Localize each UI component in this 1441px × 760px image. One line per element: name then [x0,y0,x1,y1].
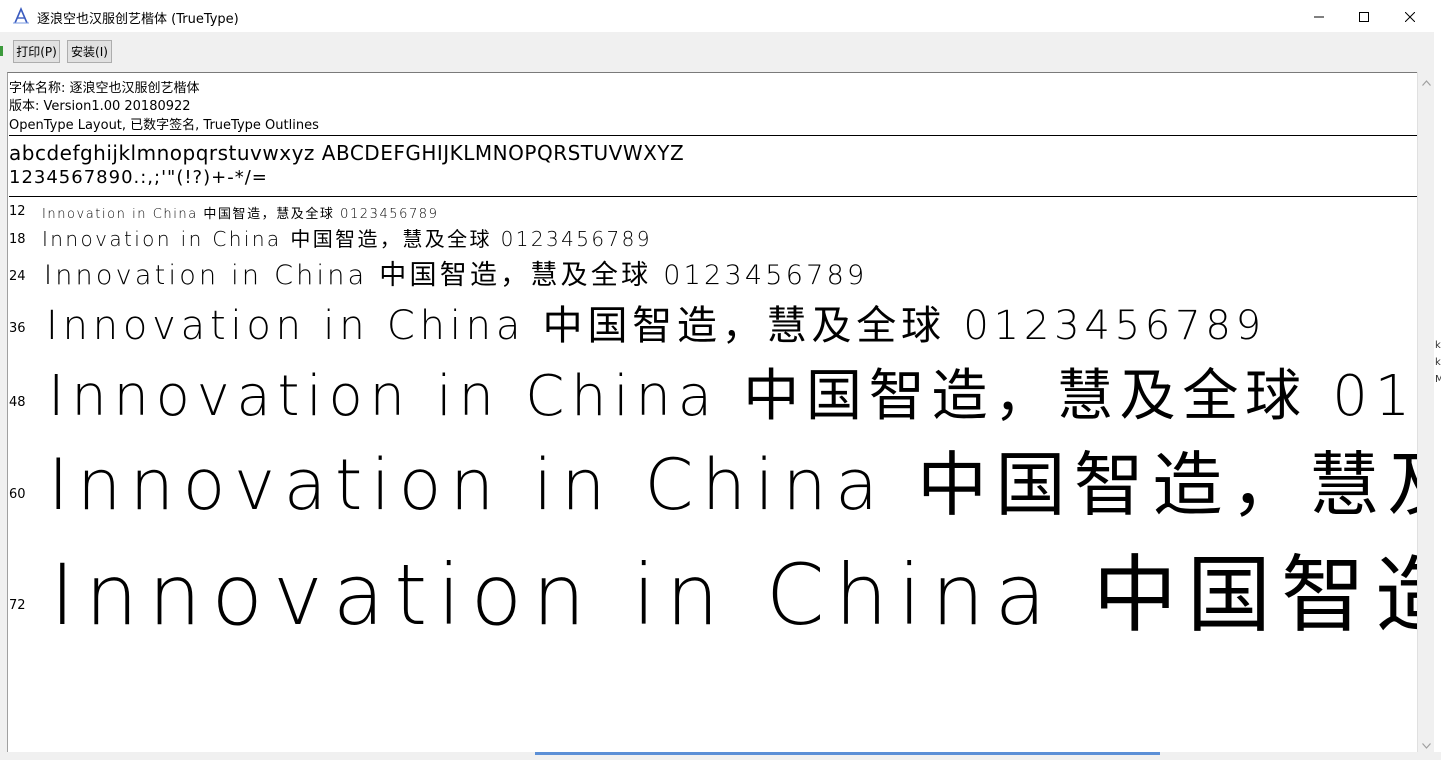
scroll-up-button[interactable] [1418,72,1435,89]
font-preview-pane[interactable]: 字体名称: 逐浪空也汉服创艺楷体 版本: Version1.00 2018092… [7,72,1417,752]
sample-size-label: 72 [9,598,26,613]
charset-symbols: 1234567890.:,;'"(!?)+-*/= [9,167,268,188]
sample-text: Innovation in China 中国智造，慧及全球 0123456789 [46,303,1266,349]
background-text-fragment: k [1435,340,1441,351]
title-bar[interactable]: 逐浪空也汉服创艺楷体 (TrueType) [0,0,1441,32]
font-name-label: 字体名称: 逐浪空也汉服创艺楷体 [9,81,200,96]
sample-size-label: 18 [9,232,26,247]
background-window-edge: k k M [1434,32,1441,760]
charset-letters: abcdefghijklmnopqrstuvwxyz ABCDEFGHIJKLM… [9,141,685,165]
window-title: 逐浪空也汉服创艺楷体 (TrueType) [37,12,239,27]
taskbar-accent [535,752,1160,755]
sample-size-label: 24 [9,269,26,284]
sample-text: Innovation in China 中国智造，慧及全球 0123456789 [42,207,439,221]
maximize-icon [1359,7,1369,26]
minimize-button[interactable] [1296,0,1342,32]
scroll-down-button[interactable] [1418,735,1435,752]
sample-text: Innovation in China 中国智造，慧及全球 0123456789 [48,364,1417,427]
font-features-label: OpenType Layout, 已数字签名, TrueType Outline… [9,118,319,133]
chevron-up-icon [1422,71,1431,90]
sample-row-12: 12 Innovation in China 中国智造，慧及全球 0123456… [8,201,1417,221]
chevron-down-icon [1422,734,1431,753]
toolbar: 打印(P) 安装(I) [0,32,1441,72]
font-viewer-window: 逐浪空也汉服创艺楷体 (TrueType) 打印(P) 安装(I) 字体名称: … [0,0,1441,760]
left-window-edge [0,32,7,760]
print-button[interactable]: 打印(P) [13,40,60,63]
sample-text: Innovation in China 中国智造，慧及全球 0123456789 [44,260,868,289]
divider [9,135,1417,136]
sample-text: Innovation in China 中国智造，慧及全球 0123456789 [42,227,652,251]
vertical-scrollbar[interactable] [1417,72,1434,752]
sample-row-18: 18 Innovation in China 中国智造，慧及全球 0123456… [8,223,1417,251]
close-button[interactable] [1387,0,1433,32]
sample-text: Innovation in China 中国智造，慧及全球 0123456789 [50,546,1417,638]
close-icon [1404,7,1416,26]
sample-size-label: 60 [9,487,26,502]
sample-size-label: 12 [9,204,26,219]
sample-row-72: 72 Innovation in China 中国智造，慧及全球 0123456… [8,528,1417,638]
font-version-label: 版本: Version1.00 20180922 [9,99,191,114]
sample-row-24: 24 Innovation in China 中国智造，慧及全球 0123456… [8,253,1417,289]
background-window-marker [0,46,3,56]
sample-text: Innovation in China 中国智造，慧及全球 0123456789 [48,444,1417,521]
scroll-thumb[interactable] [1421,90,1431,732]
sample-size-label: 48 [9,395,26,410]
maximize-button[interactable] [1341,0,1387,32]
minimize-icon [1314,7,1324,26]
install-button[interactable]: 安装(I) [67,40,112,63]
sample-row-48: 48 Innovation in China 中国智造，慧及全球 0123456… [8,351,1417,427]
sample-row-60: 60 Innovation in China 中国智造，慧及全球 0123456… [8,429,1417,521]
divider [9,196,1417,197]
sample-size-label: 36 [9,321,26,336]
font-viewer-icon [12,6,30,25]
background-text-fragment: M [1435,374,1441,385]
background-text-fragment: k [1435,357,1441,368]
sample-row-36: 36 Innovation in China 中国智造，慧及全球 0123456… [8,293,1417,349]
